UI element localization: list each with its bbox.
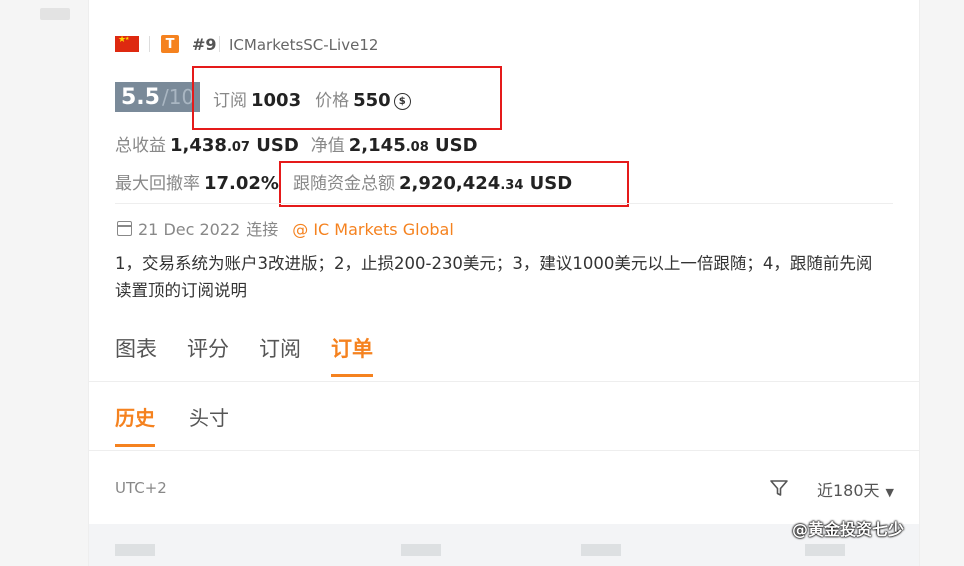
score-max: /10 [161, 85, 195, 109]
period-dropdown[interactable]: 近180天 ▼ [817, 477, 894, 501]
rank-label: #9 [192, 35, 217, 54]
profit-row: 总收益 1,438.07 USD 净值 2,145.08 USD [115, 131, 478, 156]
server-name: ICMarketsSC-Live12 [229, 36, 379, 54]
caret-down-icon: ▼ [885, 486, 895, 499]
signal-card: ★ ★ T #9 ICMarketsSC-Live12 5.5 /10 订阅 10… [88, 0, 920, 566]
china-flag-icon: ★ ★ [115, 36, 139, 52]
equity-value: 2,145.08 USD [348, 135, 478, 156]
tab-rating[interactable]: 评分 [187, 333, 229, 377]
connect-row: 21 Dec 2022 连接 @ IC Markets Global [117, 216, 454, 240]
calendar-icon [117, 221, 132, 236]
connect-date: 21 Dec 2022 [138, 220, 241, 239]
main-tabs: 图表 评分 订阅 订单 [115, 333, 373, 377]
max-drawdown-value: 17.02% [204, 173, 279, 194]
period-value: 近180天 [817, 481, 880, 500]
score-badge: 5.5 /10 [115, 82, 201, 112]
watermark-text: @黄金投资七少 [792, 520, 905, 539]
highlight-box-follow-total [279, 161, 629, 207]
equity-label: 净值 [310, 136, 345, 156]
trader-badge: T [161, 35, 179, 53]
score-value: 5.5 [121, 84, 160, 110]
highlight-box-subscribe [192, 66, 502, 130]
tab-subscribe[interactable]: 订阅 [259, 333, 301, 377]
tab-orders[interactable]: 订单 [331, 333, 373, 377]
subtab-history[interactable]: 历史 [115, 402, 155, 447]
signal-description: 1，交易系统为账户3改进版；2，止损200-230美元；3，建议1000美元以上… [115, 254, 873, 300]
order-subtabs: 历史 头寸 [115, 402, 229, 447]
subtab-positions[interactable]: 头寸 [189, 402, 229, 447]
total-profit-label: 总收益 [115, 136, 166, 156]
timezone-label: UTC+2 [115, 479, 167, 497]
filter-icon[interactable] [769, 478, 789, 498]
max-drawdown-label: 最大回撤率 [115, 174, 200, 194]
total-profit-value: 1,438.07 USD [170, 135, 299, 156]
tab-chart[interactable]: 图表 [115, 333, 157, 377]
connect-label: 连接 [246, 220, 279, 239]
broker-link[interactable]: @ IC Markets Global [292, 220, 454, 239]
